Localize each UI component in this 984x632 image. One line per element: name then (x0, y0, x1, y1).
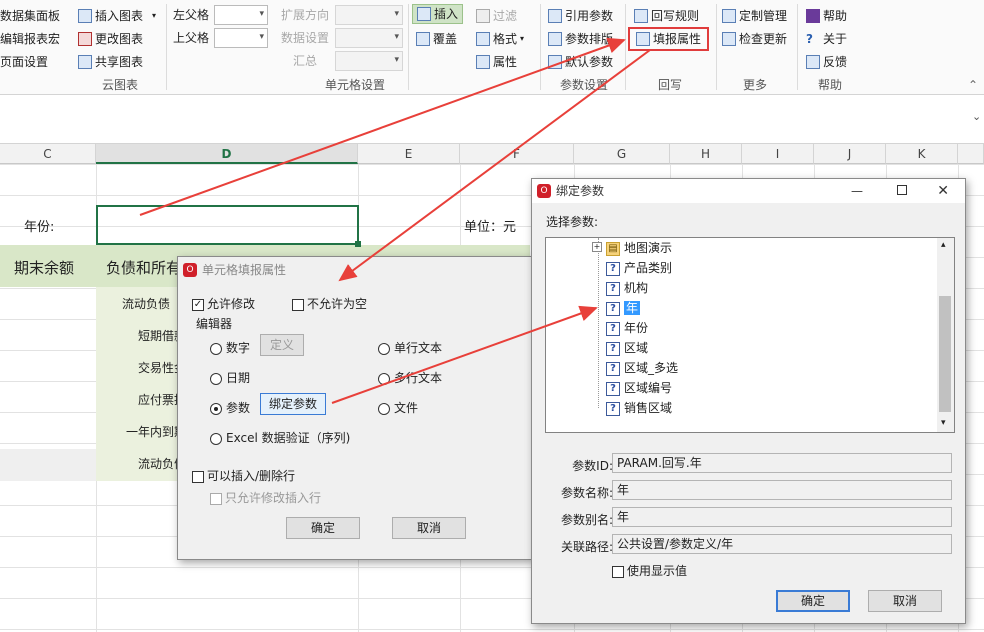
arrow-to-cell-dialog (338, 49, 651, 282)
arrow-to-fill-attr (139, 37, 626, 216)
annotation-arrows (139, 37, 651, 404)
arrow-to-year-param (331, 305, 598, 404)
